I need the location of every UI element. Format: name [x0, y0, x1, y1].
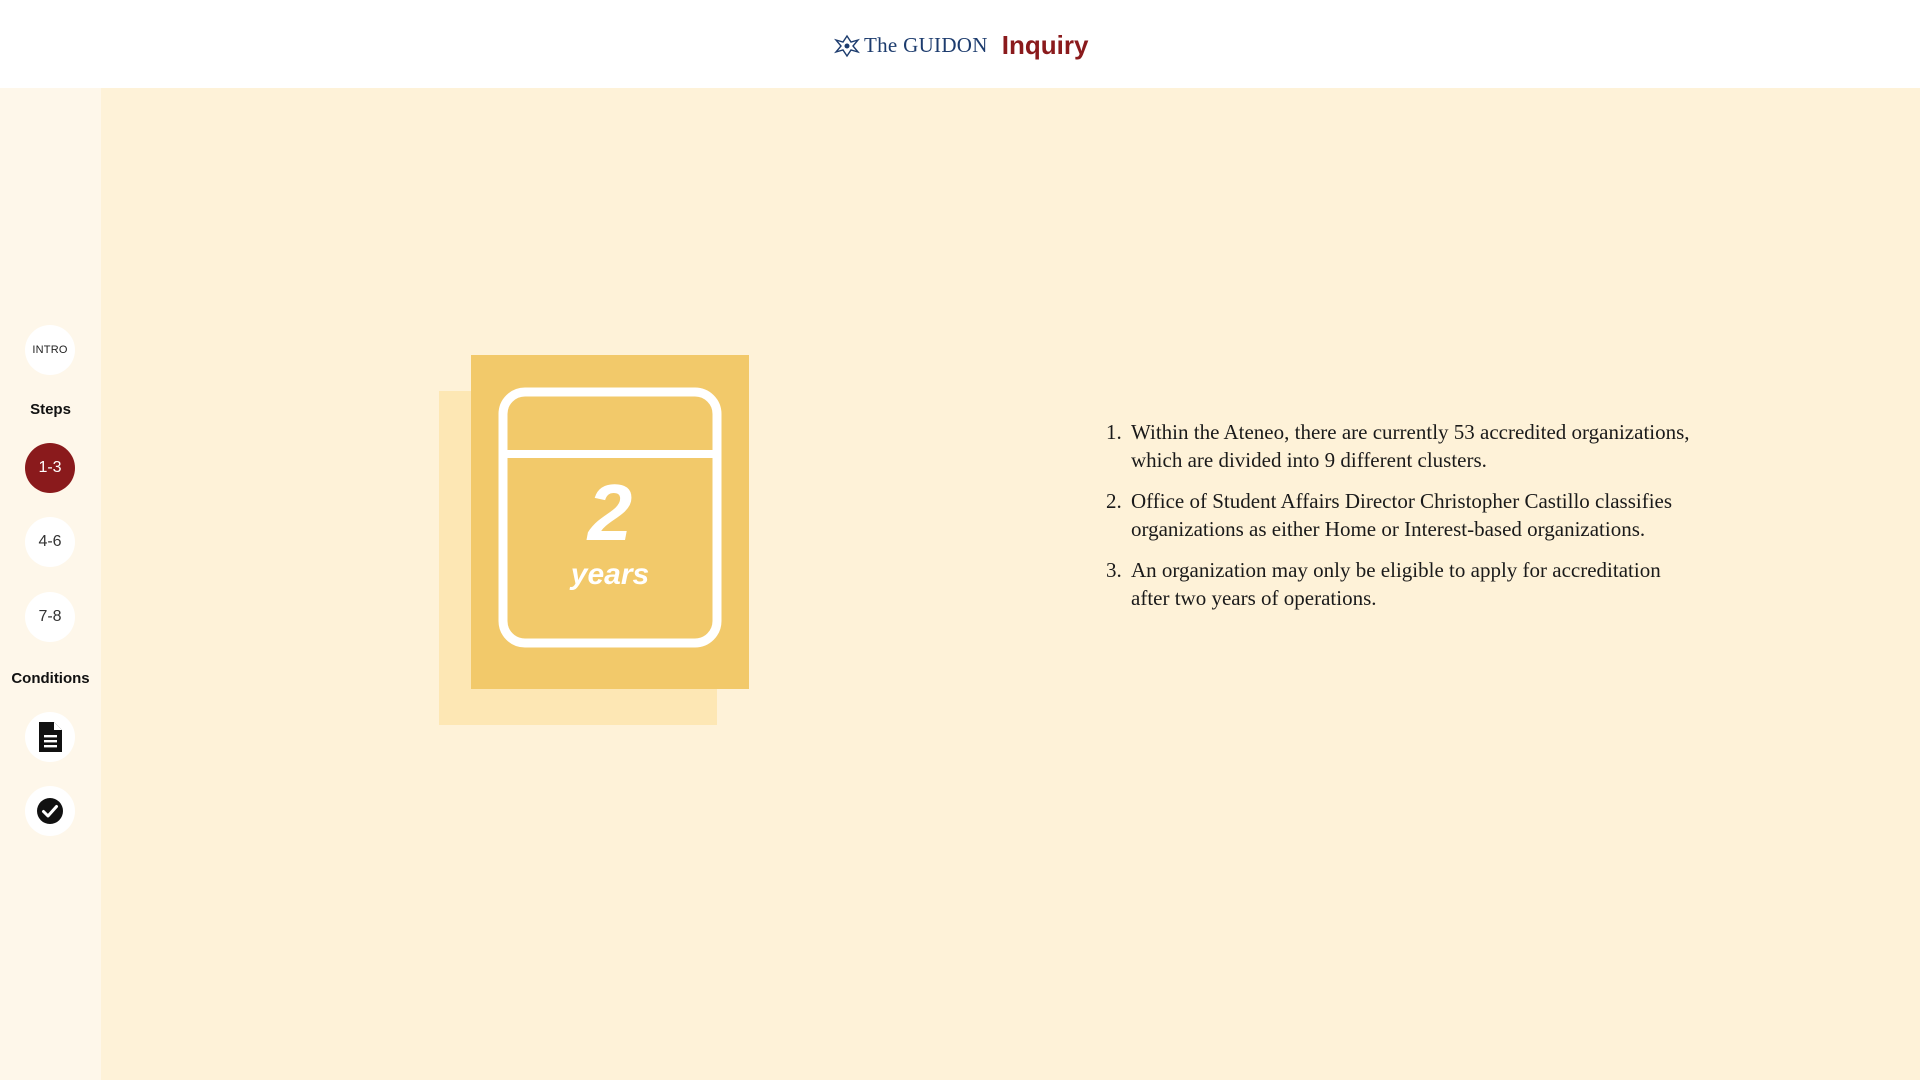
nav-document-button[interactable] [25, 712, 75, 762]
fact-item: Office of Student Affairs Director Chris… [1127, 487, 1701, 543]
section-title: Inquiry [1001, 30, 1089, 60]
figure-card: 2 years [471, 355, 749, 689]
nav-check-button[interactable] [25, 786, 75, 836]
main-content: 2 years Within the Ateneo, there are cur… [101, 88, 1920, 1080]
nav-steps-1-3-button[interactable]: 1-3 [25, 443, 75, 493]
conditions-heading: Conditions [11, 670, 90, 687]
nav-steps-7-8-button[interactable]: 7-8 [25, 592, 75, 642]
fact-item: Within the Ateneo, there are currently 5… [1127, 418, 1701, 474]
check-circle-icon [37, 798, 63, 824]
document-icon [39, 722, 62, 752]
facts-list: Within the Ateneo, there are currently 5… [1001, 418, 1701, 625]
sidebar-nav: INTRO Steps 1-3 4-6 7-8 Conditions [0, 88, 101, 1080]
nav-intro-button[interactable]: INTRO [25, 325, 75, 375]
guidon-crest-icon [834, 34, 860, 57]
steps-heading: Steps [30, 401, 71, 418]
figure-unit: years [570, 558, 650, 591]
figure-number: 2 [587, 468, 633, 557]
site-header: The GUIDON Inquiry [0, 0, 1920, 88]
logo-text: The GUIDON [864, 33, 988, 57]
fact-item: An organization may only be eligible to … [1127, 556, 1701, 612]
duration-figure: 2 years [439, 355, 761, 725]
nav-steps-4-6-button[interactable]: 4-6 [25, 517, 75, 567]
guidon-logo[interactable]: The GUIDON [834, 33, 988, 58]
brand: The GUIDON Inquiry [834, 30, 1088, 61]
